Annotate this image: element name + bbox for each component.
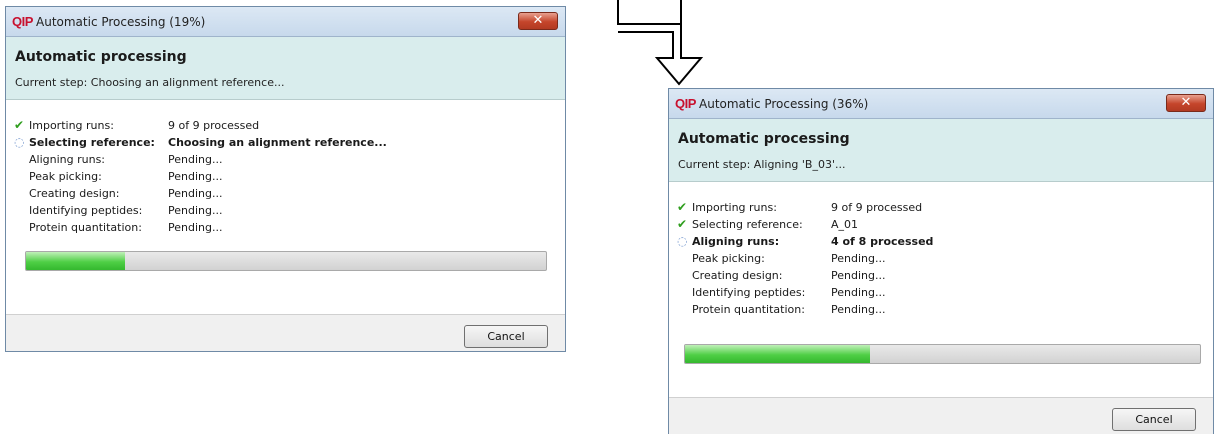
down-arrow-icon	[617, 0, 704, 86]
window-title: Automatic Processing (36%)	[699, 97, 869, 111]
dialog-heading: Automatic processing	[15, 49, 187, 65]
check-icon: ✔	[677, 217, 688, 231]
check-icon: ✔	[677, 200, 688, 214]
step-value: Pending...	[831, 303, 886, 316]
step-value: Pending...	[831, 286, 886, 299]
step-value: Choosing an alignment reference...	[168, 136, 387, 149]
close-button[interactable]: ✕	[518, 12, 558, 30]
title-bar: QIP Automatic Processing (36%) ✕	[669, 89, 1213, 119]
progress-bar	[684, 344, 1201, 364]
step-label: Aligning runs:	[692, 235, 780, 248]
step-label: Identifying peptides:	[692, 286, 806, 299]
step-label: Importing runs:	[29, 119, 114, 132]
step-label: Identifying peptides:	[29, 204, 143, 217]
step-value: Pending...	[168, 153, 223, 166]
step-label: Creating design:	[692, 269, 783, 282]
step-label: Selecting reference:	[692, 218, 803, 231]
step-value: Pending...	[168, 221, 223, 234]
progress-fill	[26, 252, 125, 270]
title-bar: QIP Automatic Processing (19%) ✕	[6, 7, 565, 37]
header-panel: Automatic processing Current step: Align…	[669, 119, 1213, 182]
steps-panel: ✔ Importing runs: 9 of 9 processed ◌ Selecti…	[6, 100, 565, 315]
step-label: Creating design:	[29, 187, 120, 200]
qip-app-icon: QIP	[12, 14, 33, 29]
close-icon: ✕	[532, 13, 544, 28]
dialog-heading: Automatic processing	[678, 131, 850, 147]
cancel-button[interactable]: Cancel	[464, 325, 548, 348]
steps-panel: ✔ Importing runs: 9 of 9 processed ✔ Selecti…	[669, 182, 1213, 398]
processing-dialog-19: QIP Automatic Processing (19%) ✕ Automat…	[5, 6, 566, 352]
header-panel: Automatic processing Current step: Choos…	[6, 37, 565, 100]
step-value: Pending...	[168, 187, 223, 200]
spinner-icon: ◌	[677, 234, 688, 248]
step-value: A_01	[831, 218, 859, 231]
window-title: Automatic Processing (19%)	[36, 15, 206, 29]
cancel-button[interactable]: Cancel	[1112, 408, 1196, 431]
step-value: 9 of 9 processed	[831, 201, 923, 214]
step-value: Pending...	[168, 204, 223, 217]
step-value: 9 of 9 processed	[168, 119, 260, 132]
footer: Cancel	[669, 398, 1213, 438]
step-value: Pending...	[831, 269, 886, 282]
step-label: Peak picking:	[692, 252, 765, 265]
processing-dialog-36: QIP Automatic Processing (36%) ✕ Automat…	[668, 88, 1214, 434]
spinner-icon: ◌	[14, 135, 25, 149]
step-label: Peak picking:	[29, 170, 102, 183]
close-icon: ✕	[1180, 95, 1192, 110]
current-step-text: Current step: Aligning 'B_03'...	[678, 158, 846, 171]
step-value: Pending...	[831, 252, 886, 265]
step-value: Pending...	[168, 170, 223, 183]
step-label: Aligning runs:	[29, 153, 106, 166]
close-button[interactable]: ✕	[1166, 94, 1206, 112]
step-value: 4 of 8 processed	[831, 235, 934, 248]
step-label: Selecting reference:	[29, 136, 155, 149]
step-label: Protein quantitation:	[692, 303, 805, 316]
progress-bar	[25, 251, 547, 271]
step-label: Protein quantitation:	[29, 221, 142, 234]
step-label: Importing runs:	[692, 201, 777, 214]
current-step-text: Current step: Choosing an alignment refe…	[15, 76, 285, 89]
qip-app-icon: QIP	[675, 96, 696, 111]
footer: Cancel	[6, 315, 565, 355]
check-icon: ✔	[14, 118, 25, 132]
progress-fill	[685, 345, 871, 363]
